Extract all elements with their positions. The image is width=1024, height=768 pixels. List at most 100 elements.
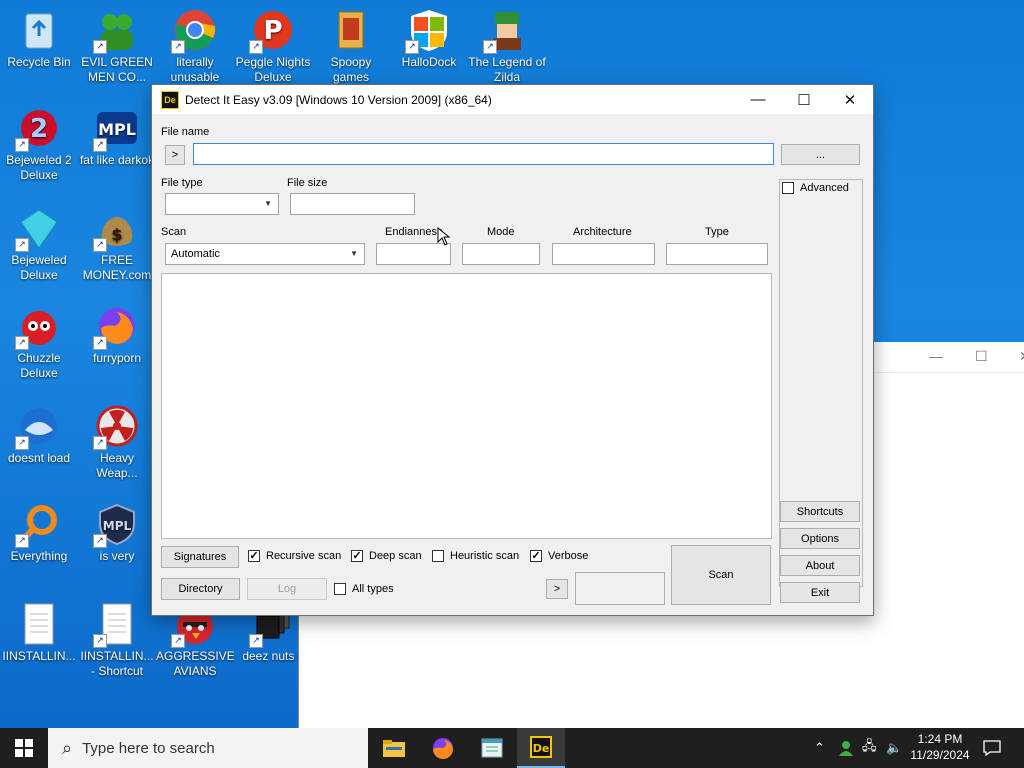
deep-scan-checkbox[interactable]: ✓ Deep scan — [351, 550, 422, 562]
desktop-icon-peggle-nights[interactable]: P ↗ Peggle Nights Deluxe — [234, 2, 312, 85]
action-center-button[interactable] — [983, 728, 1001, 768]
taskbar: ⌕ Type here to search De ⌃ 🖧 🔈 1:24 PM 1… — [0, 728, 1024, 768]
speaker-icon: 🔈 — [886, 740, 903, 755]
minimize-icon[interactable]: — — [929, 348, 943, 364]
scan-label: Scan — [161, 226, 187, 238]
windows-logo-icon — [15, 739, 33, 757]
taskbar-detect-it-easy[interactable]: De — [517, 728, 565, 768]
recycle-bin-icon — [17, 8, 61, 52]
desktop-icon-installing-shortcut[interactable]: ↗ IINSTALLIN... - Shortcut — [78, 596, 156, 679]
taskbar-file-explorer[interactable] — [370, 728, 418, 768]
icon-label: HalloDock — [401, 55, 457, 69]
svg-text:2: 2 — [30, 114, 48, 144]
taskbar-clock[interactable]: 1:24 PM 11/29/2024 — [904, 731, 976, 763]
about-button[interactable]: About — [780, 555, 860, 576]
log-button[interactable]: Log — [247, 578, 327, 600]
magnifier-icon: ↗ — [15, 502, 61, 548]
results-panel[interactable] — [161, 273, 772, 539]
notification-icon — [983, 740, 1001, 756]
mode-field[interactable] — [462, 243, 540, 265]
desktop-icon-doesnt-load[interactable]: ↗ doesnt load — [0, 398, 78, 466]
exit-button[interactable]: Exit — [780, 582, 860, 603]
detect-it-easy-window: De Detect It Easy v3.09 [Windows 10 Vers… — [151, 84, 874, 616]
advanced-checkbox-box[interactable] — [782, 182, 794, 194]
tray-volume[interactable]: 🔈 — [886, 728, 902, 768]
shield-logo-icon: MPL ↗ — [93, 502, 139, 548]
deep-scan-label: Deep scan — [369, 550, 422, 562]
side-panel — [779, 179, 863, 587]
close-icon[interactable]: ✕ — [1019, 348, 1024, 365]
shortcuts-button[interactable]: Shortcuts — [780, 501, 860, 522]
tray-network[interactable]: 🖧 — [862, 728, 877, 768]
verbose-label: Verbose — [548, 550, 589, 562]
tray-user-icon[interactable] — [838, 728, 854, 768]
taskbar-notepad[interactable] — [468, 728, 516, 768]
heuristic-scan-label: Heuristic scan — [450, 550, 520, 562]
architecture-label: Architecture — [573, 226, 632, 238]
desktop-icon-literally-unusable[interactable]: ↗ literally unusable — [156, 2, 234, 85]
file-type-dropdown[interactable]: ▼ — [165, 193, 279, 215]
desktop-icon-spoopy-games[interactable]: Spoopy games — [312, 2, 390, 85]
svg-text:P: P — [263, 16, 282, 46]
money-bag-icon: $ ↗ — [93, 206, 139, 252]
minimize-button[interactable]: — — [735, 85, 781, 114]
network-icon: 🖧 — [862, 738, 877, 753]
close-button[interactable]: ✕ — [827, 85, 873, 114]
icon-label: The Legend of Zilda — [468, 55, 546, 84]
directory-button[interactable]: Directory — [161, 578, 240, 600]
options-button[interactable]: Options — [780, 528, 860, 549]
all-types-checkbox[interactable]: All types — [334, 583, 394, 595]
svg-text:$: $ — [111, 225, 122, 244]
browse-button[interactable]: ... — [781, 144, 860, 165]
desktop-icon-everything[interactable]: ↗ Everything — [0, 496, 78, 564]
desktop-icon-chuzzle[interactable]: ↗ Chuzzle Deluxe — [0, 298, 78, 381]
start-button[interactable] — [0, 728, 48, 768]
desktop-icon-fat-like-darkok[interactable]: MPL ↗ fat like darkok — [78, 100, 156, 168]
window-titlebar[interactable]: De Detect It Easy v3.09 [Windows 10 Vers… — [152, 85, 873, 114]
icon-label: Heavy Weap... — [96, 451, 138, 480]
desktop-icon-heavy-weapon[interactable]: ↗ Heavy Weap... — [78, 398, 156, 481]
all-types-checkbox-box[interactable] — [334, 583, 346, 595]
desktop-icon-legend-of-zilda[interactable]: ↗ The Legend of Zilda — [468, 2, 546, 85]
architecture-field[interactable] — [552, 243, 655, 265]
desktop-icon-installing[interactable]: IINSTALLIN... — [0, 596, 78, 664]
tray-show-hidden-icons[interactable]: ⌃ — [814, 728, 825, 768]
peggle-icon: P ↗ — [249, 8, 295, 54]
recursive-scan-checkbox-box[interactable]: ✓ — [248, 550, 260, 562]
maximize-icon[interactable]: ☐ — [975, 348, 988, 365]
desktop-icon-is-very[interactable]: MPL ↗ is very — [78, 496, 156, 564]
scan-button[interactable]: Scan — [671, 545, 771, 605]
scan-mode-dropdown[interactable]: Automatic ▼ — [165, 243, 365, 265]
desktop-icon-furryporn[interactable]: ↗ furryporn — [78, 298, 156, 366]
taskbar-search-box[interactable]: ⌕ Type here to search — [48, 728, 368, 768]
taskbar-firefox[interactable] — [419, 728, 467, 768]
desktop-icon-evil-green-men[interactable]: ↗ EVIL GREEN MEN CO... — [78, 2, 156, 85]
type-field[interactable] — [666, 243, 768, 265]
heuristic-scan-checkbox[interactable]: Heuristic scan — [432, 550, 519, 562]
heuristic-scan-checkbox-box[interactable] — [432, 550, 444, 562]
chuzzle-icon: ↗ — [15, 304, 61, 350]
deep-scan-checkbox-box[interactable]: ✓ — [351, 550, 363, 562]
recursive-scan-checkbox[interactable]: ✓ Recursive scan — [248, 550, 341, 562]
desktop-icon-bejeweled[interactable]: ↗ Bejeweled Deluxe — [0, 200, 78, 283]
desktop-icon-bejeweled-2[interactable]: 2 ↗ Bejeweled 2 Deluxe — [0, 100, 78, 183]
icon-label: furryporn — [92, 351, 142, 365]
mode-label: Mode — [487, 226, 515, 238]
mouse-cursor-icon — [437, 227, 451, 246]
maximize-button[interactable]: ☐ — [781, 85, 827, 114]
desktop-icon-hallodock[interactable]: ↗ HalloDock — [390, 2, 468, 70]
file-name-arrow-button[interactable]: > — [165, 145, 185, 165]
file-size-field[interactable] — [290, 193, 415, 215]
desktop-icon-recycle-bin[interactable]: Recycle Bin — [0, 2, 78, 70]
icon-label: Recycle Bin — [7, 55, 71, 69]
signatures-button[interactable]: Signatures — [161, 546, 239, 568]
desktop-icon-free-money[interactable]: $ ↗ FREE MONEY.com — [78, 200, 156, 283]
folder-icon — [329, 8, 373, 52]
icon-label: fat like darkok — [79, 153, 155, 167]
verbose-checkbox-box[interactable]: ✓ — [530, 550, 542, 562]
advanced-checkbox[interactable]: Advanced — [782, 182, 849, 194]
file-name-input[interactable] — [193, 143, 774, 165]
icon-label: literally unusable — [170, 55, 220, 84]
verbose-checkbox[interactable]: ✓ Verbose — [530, 550, 588, 562]
more-options-arrow-button[interactable]: > — [546, 579, 568, 599]
